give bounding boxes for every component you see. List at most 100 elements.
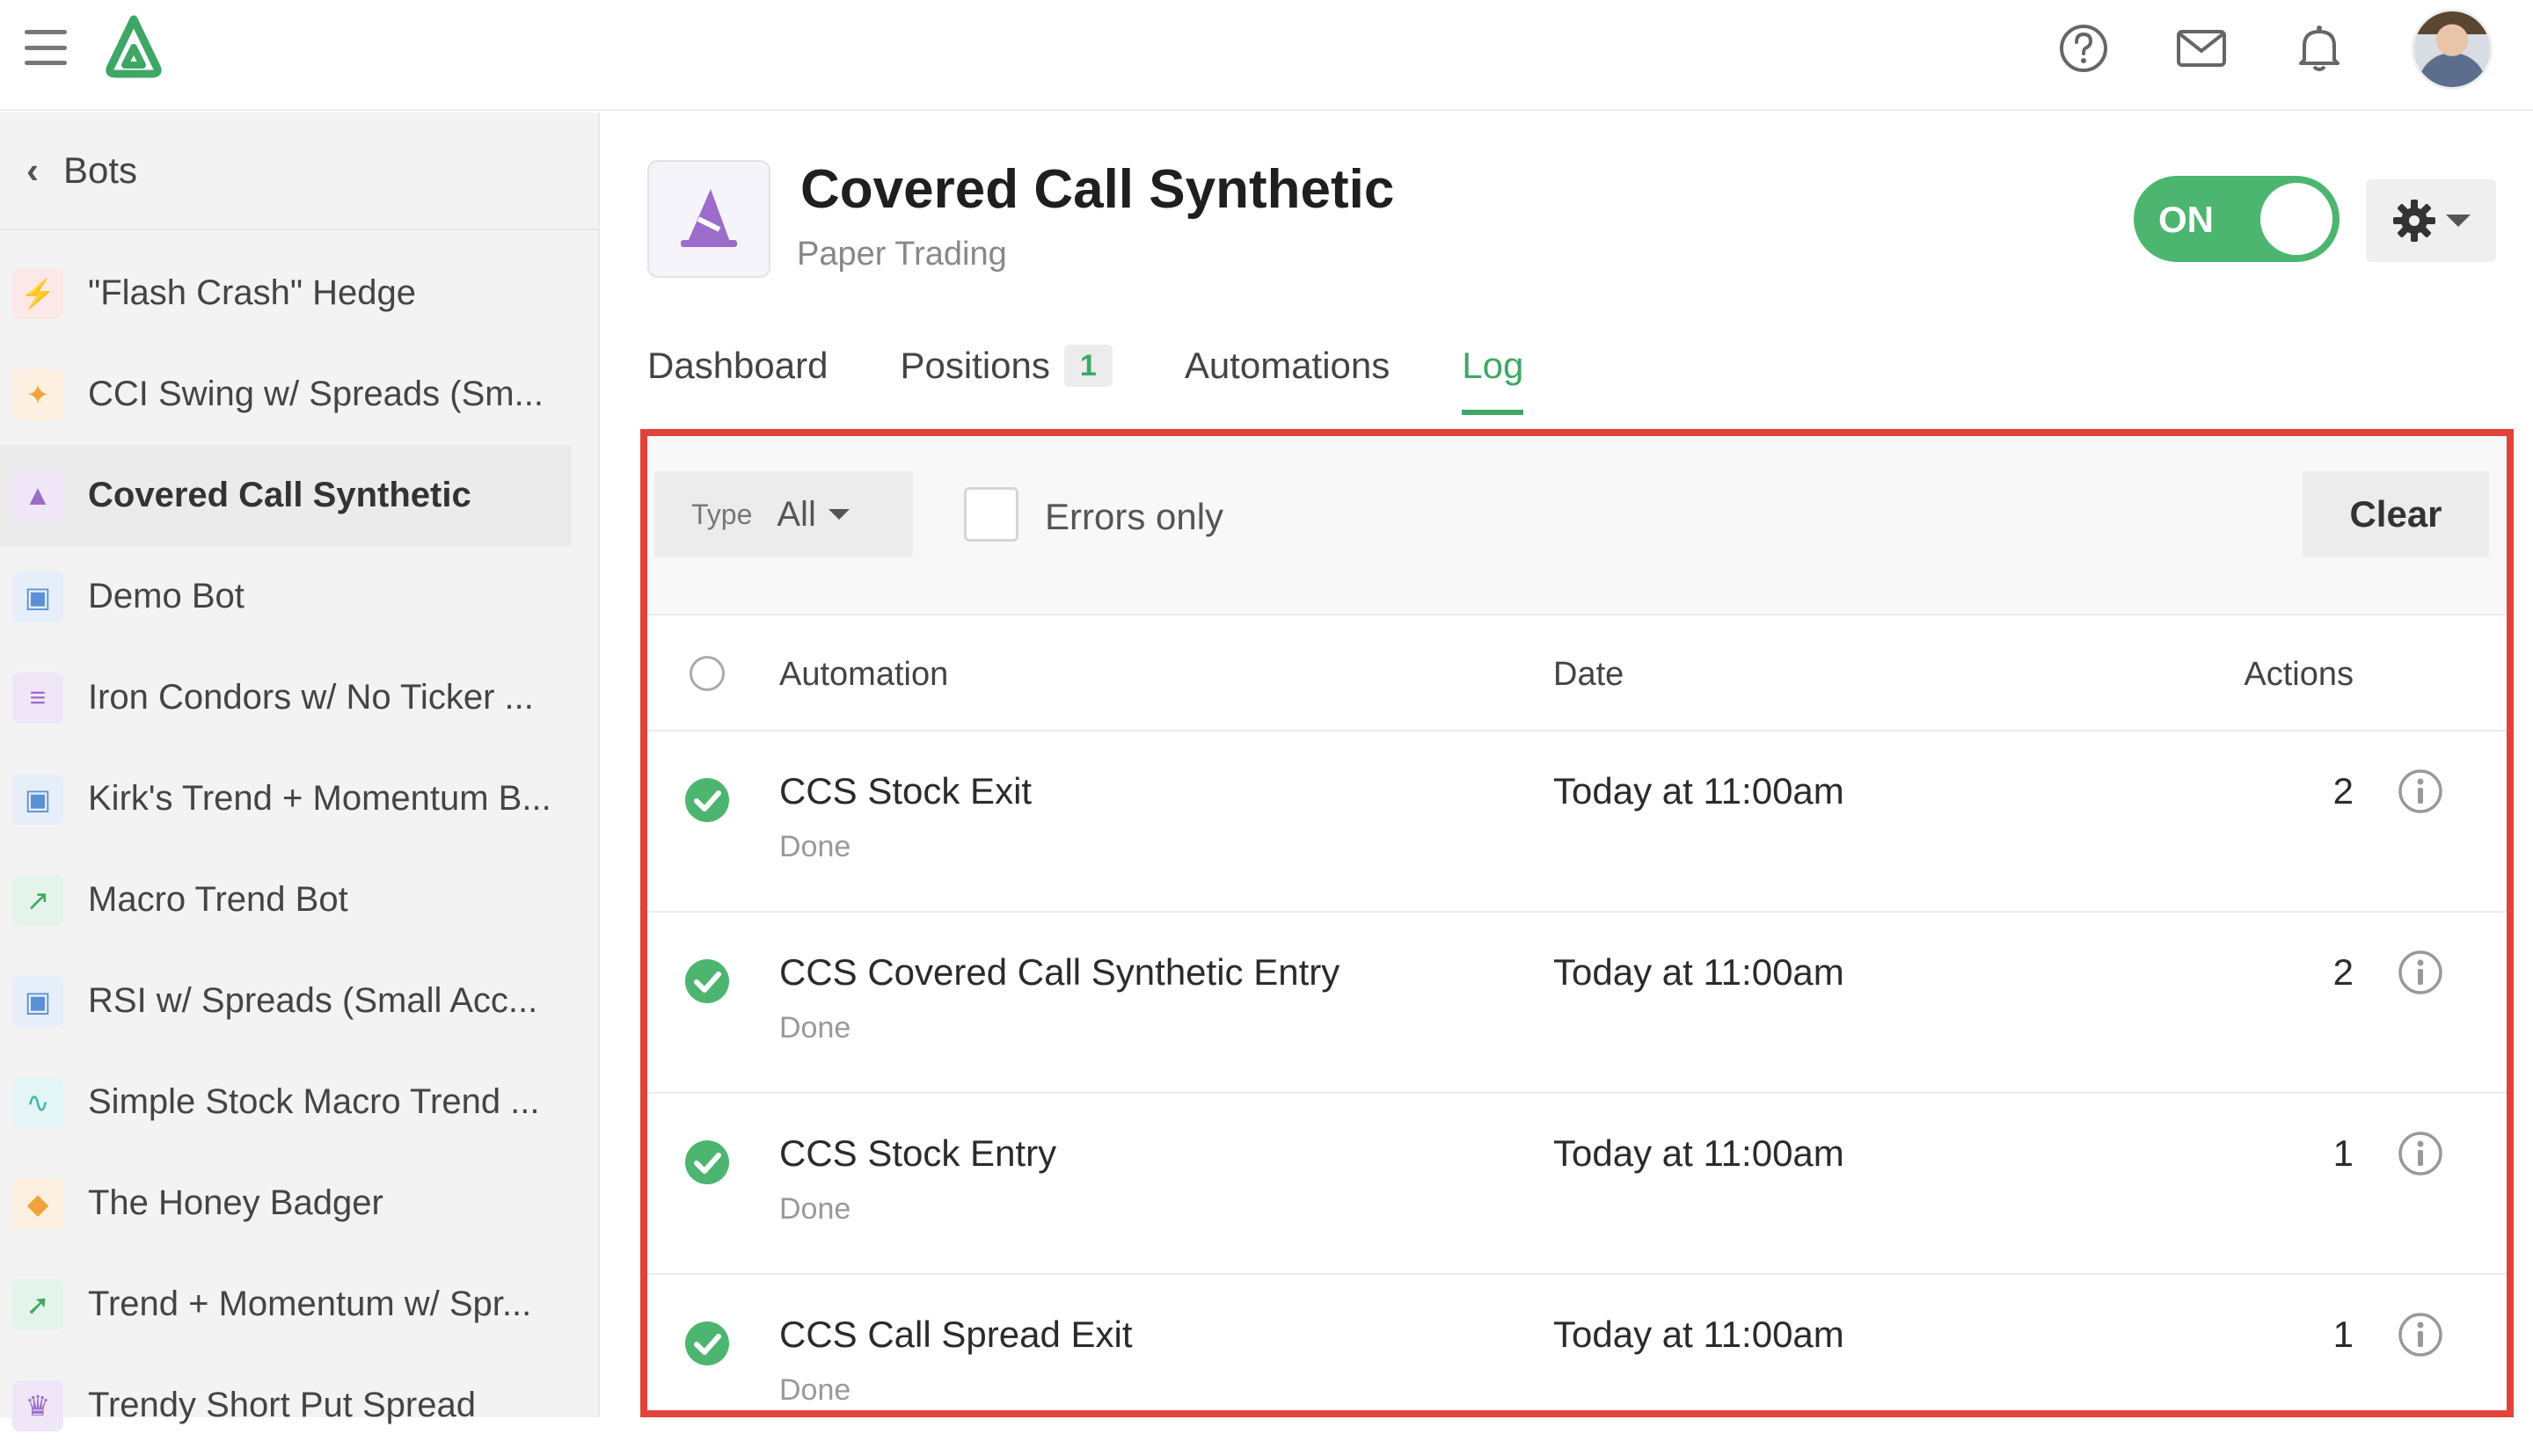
row-automation-name: CCS Stock Exit bbox=[779, 770, 1033, 812]
row-date: Today at 11:00am bbox=[1553, 1132, 1844, 1174]
table-row[interactable]: CCS Covered Call Synthetic Entry Done To… bbox=[647, 913, 2507, 1094]
wizard-icon: ▲ bbox=[12, 470, 63, 521]
info-icon[interactable] bbox=[2398, 950, 2443, 995]
header-date: Date bbox=[1553, 656, 1624, 693]
sidebar-item-label: "Flash Crash" Hedge bbox=[88, 273, 417, 312]
log-filters: Type All Errors only Clear bbox=[647, 436, 2507, 615]
user-avatar[interactable] bbox=[2412, 9, 2493, 90]
tab-automations[interactable]: Automations bbox=[1185, 345, 1390, 415]
sidebar-back-link[interactable]: ‹ Bots bbox=[0, 113, 598, 230]
hamburger-menu-icon[interactable] bbox=[25, 30, 67, 65]
row-status: Done bbox=[779, 830, 851, 863]
sidebar-item-flash-crash-hedge[interactable]: ⚡ "Flash Crash" Hedge bbox=[0, 243, 572, 344]
bot-avatar bbox=[647, 160, 770, 278]
row-status: Done bbox=[779, 1373, 851, 1407]
sidebar-item-label: Trend + Momentum w/ Spr... bbox=[88, 1285, 532, 1323]
caret-down-icon bbox=[828, 509, 850, 520]
type-filter-value: All bbox=[777, 494, 816, 534]
gear-icon bbox=[2393, 200, 2435, 242]
table-row[interactable]: CCS Stock Entry Done Today at 11:00am 1 bbox=[647, 1094, 2507, 1275]
toggle-knob bbox=[2260, 183, 2332, 255]
sidebar-item-label: The Honey Badger bbox=[88, 1183, 383, 1222]
check-circle-icon bbox=[685, 1140, 729, 1184]
errors-only-label[interactable]: Errors only bbox=[1045, 496, 1223, 538]
top-bar bbox=[0, 0, 2533, 111]
table-row[interactable]: CCS Stock Exit Done Today at 11:00am 2 bbox=[647, 732, 2507, 913]
iron-condor-icon: ≡ bbox=[12, 672, 63, 724]
sidebar-item-label: CCI Swing w/ Spreads (Sm... bbox=[88, 375, 544, 413]
sidebar-item-label: Macro Trend Bot bbox=[88, 880, 348, 919]
row-date: Today at 11:00am bbox=[1553, 951, 1844, 993]
sidebar-item-iron-condors[interactable]: ≡ Iron Condors w/ No Ticker ... bbox=[0, 647, 572, 748]
info-icon[interactable] bbox=[2398, 768, 2443, 814]
table-header: Automation Date Actions bbox=[647, 615, 2507, 732]
envelope-icon[interactable] bbox=[2176, 23, 2227, 74]
sidebar-item-label: Iron Condors w/ No Ticker ... bbox=[88, 678, 534, 717]
robot-icon: ▣ bbox=[12, 773, 63, 825]
robot-icon: ▣ bbox=[12, 571, 63, 622]
toggle-label: ON bbox=[2158, 199, 2214, 240]
app-logo-icon[interactable] bbox=[99, 12, 169, 79]
badger-icon: ◆ bbox=[12, 1177, 63, 1229]
sidebar-item-macro-trend-bot[interactable]: ↗ Macro Trend Bot bbox=[0, 849, 572, 950]
line-chart-icon: ↗ bbox=[12, 874, 63, 926]
sidebar-item-label: RSI w/ Spreads (Small Acc... bbox=[88, 981, 538, 1020]
sidebar-item-honey-badger[interactable]: ◆ The Honey Badger bbox=[0, 1153, 572, 1254]
row-date: Today at 11:00am bbox=[1553, 1314, 1844, 1355]
question-circle-icon[interactable] bbox=[2058, 23, 2109, 74]
sidebar-item-kirks-trend[interactable]: ▣ Kirk's Trend + Momentum B... bbox=[0, 748, 572, 849]
errors-only-checkbox[interactable] bbox=[964, 487, 1018, 542]
bot-subtitle: Paper Trading bbox=[797, 236, 1007, 273]
rocket-icon: ➚ bbox=[12, 1278, 63, 1330]
type-filter-dropdown[interactable]: Type All bbox=[654, 471, 913, 557]
header-actions: Actions bbox=[2244, 656, 2354, 693]
tab-positions[interactable]: Positions 1 bbox=[900, 345, 1113, 415]
caret-down-icon bbox=[2446, 215, 2471, 227]
table-row[interactable]: CCS Call Spread Exit Done Today at 11:00… bbox=[647, 1275, 2507, 1410]
lightning-icon: ⚡ bbox=[12, 267, 63, 319]
sidebar-item-label: Simple Stock Macro Trend ... bbox=[88, 1082, 540, 1121]
sidebar-item-label: Covered Call Synthetic bbox=[88, 476, 471, 514]
main-content: Covered Call Synthetic Paper Trading ON … bbox=[602, 113, 2533, 1417]
row-actions-count: 1 bbox=[2332, 1314, 2354, 1355]
sidebar-item-simple-stock-macro[interactable]: ∿ Simple Stock Macro Trend ... bbox=[0, 1052, 572, 1153]
row-actions-count: 2 bbox=[2332, 951, 2354, 993]
bot-list: ⚡ "Flash Crash" Hedge ✦ CCI Swing w/ Spr… bbox=[0, 243, 572, 1456]
log-panel: Type All Errors only Clear Automation Da… bbox=[640, 429, 2514, 1417]
sidebar-item-rsi-spreads[interactable]: ▣ RSI w/ Spreads (Small Acc... bbox=[0, 950, 572, 1052]
info-icon[interactable] bbox=[2398, 1131, 2443, 1176]
row-actions-count: 2 bbox=[2332, 770, 2354, 812]
bot-title: Covered Call Synthetic bbox=[800, 159, 1395, 220]
sidebar-item-cci-swing[interactable]: ✦ CCI Swing w/ Spreads (Sm... bbox=[0, 344, 572, 445]
bot-on-off-toggle[interactable]: ON bbox=[2134, 176, 2340, 262]
sidebar-item-label: Trendy Short Put Spread bbox=[88, 1386, 476, 1424]
tab-positions-label: Positions bbox=[900, 345, 1050, 386]
sidebar-item-demo-bot[interactable]: ▣ Demo Bot bbox=[0, 546, 572, 647]
row-automation-name: CCS Stock Entry bbox=[779, 1132, 1057, 1174]
positions-count-badge: 1 bbox=[1063, 345, 1113, 387]
row-status: Done bbox=[779, 1192, 851, 1226]
sidebar-item-label: Demo Bot bbox=[88, 577, 245, 615]
check-circle-icon bbox=[685, 778, 729, 822]
header-automation: Automation bbox=[779, 656, 949, 693]
row-status: Done bbox=[779, 1011, 851, 1045]
info-icon[interactable] bbox=[2398, 1312, 2443, 1358]
tab-log[interactable]: Log bbox=[1462, 345, 1524, 415]
bots-sidebar: ‹ Bots ⚡ "Flash Crash" Hedge ✦ CCI Swing… bbox=[0, 113, 600, 1431]
clear-button[interactable]: Clear bbox=[2303, 471, 2489, 557]
settings-dropdown-button[interactable] bbox=[2366, 179, 2496, 262]
select-all-radio[interactable] bbox=[690, 656, 725, 691]
check-circle-icon bbox=[685, 959, 729, 1003]
chevron-left-icon: ‹ bbox=[26, 149, 39, 191]
sidebar-item-label: Kirk's Trend + Momentum B... bbox=[88, 779, 551, 818]
sidebar-item-trend-momentum[interactable]: ➚ Trend + Momentum w/ Spr... bbox=[0, 1254, 572, 1355]
row-automation-name: CCS Call Spread Exit bbox=[779, 1314, 1133, 1355]
blaster-icon: ✦ bbox=[12, 368, 63, 420]
tab-dashboard[interactable]: Dashboard bbox=[647, 345, 828, 415]
crown-icon: ♛ bbox=[12, 1380, 63, 1431]
sidebar-item-covered-call-synthetic[interactable]: ▲ Covered Call Synthetic bbox=[0, 445, 572, 546]
bell-icon[interactable] bbox=[2294, 23, 2345, 74]
pulse-icon: ∿ bbox=[12, 1076, 63, 1128]
row-date: Today at 11:00am bbox=[1553, 770, 1844, 812]
sidebar-item-trendy-short-put[interactable]: ♛ Trendy Short Put Spread bbox=[0, 1355, 572, 1456]
